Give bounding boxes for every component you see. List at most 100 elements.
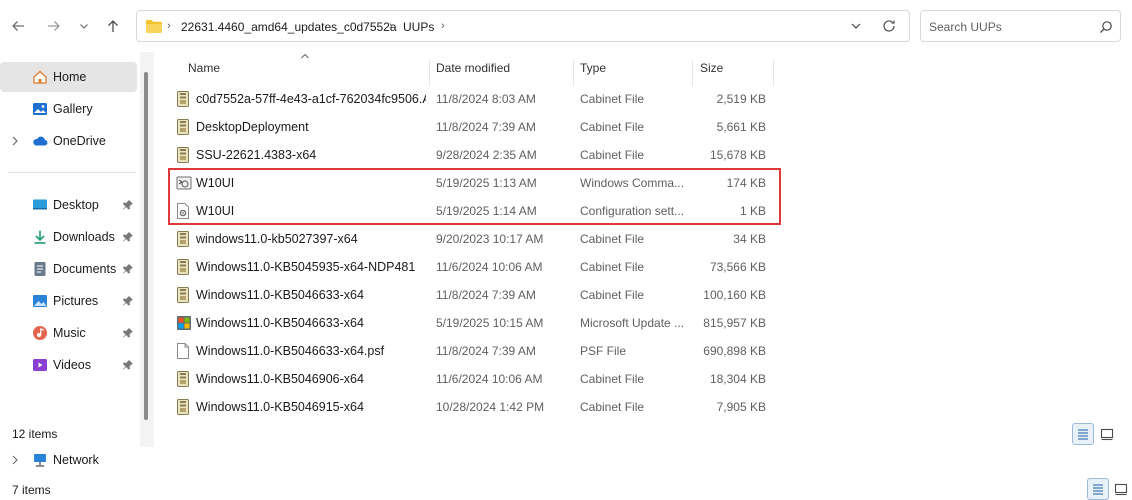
file-date: 9/20/2023 10:17 AM: [436, 232, 544, 246]
sidebar-item-label: Videos: [53, 358, 91, 372]
file-size: 5,661 KB: [716, 120, 766, 134]
forward-button[interactable]: [42, 14, 66, 38]
sidebar-item-label: Documents: [53, 262, 117, 276]
sidebar-item-home[interactable]: Home: [0, 62, 137, 92]
file-date: 5/19/2025 10:15 AM: [436, 316, 544, 330]
details-view-button[interactable]: [1087, 478, 1109, 500]
sidebar-item-network[interactable]: Network: [0, 445, 137, 475]
file-row[interactable]: Windows11.0-KB5046915-x64 10/28/2024 1:42…: [170, 393, 780, 421]
breadcrumb-uups[interactable]: UUPs: [403, 20, 434, 34]
file-type: Cabinet File: [580, 148, 645, 162]
search-icon[interactable]: [1099, 20, 1113, 34]
refresh-icon[interactable]: [881, 18, 897, 34]
file-name: Windows11.0-KB5046633-x64: [196, 316, 364, 330]
sidebar-divider: [8, 172, 136, 173]
sidebar-item-music[interactable]: Music: [0, 318, 137, 348]
file-row[interactable]: Windows11.0-KB5045935-x64-NDP481 11/6/202…: [170, 253, 780, 281]
file-size: 690,898 KB: [703, 344, 766, 358]
sidebar-item-label: Desktop: [53, 198, 99, 212]
cabinet-file-icon: [176, 287, 190, 306]
file-date: 11/8/2024 7:39 AM: [436, 120, 536, 134]
item-count: 7 items: [12, 483, 51, 497]
cloud-icon: [33, 136, 48, 146]
column-divider[interactable]: [692, 60, 693, 86]
recent-locations-button[interactable]: [72, 14, 96, 38]
file-row[interactable]: Windows11.0-KB5046633-x64.psf 11/8/2024 7…: [170, 337, 780, 365]
sidebar-item-onedrive[interactable]: OneDrive: [0, 126, 137, 156]
file-date: 11/6/2024 10:06 AM: [436, 372, 543, 386]
sidebar-item-documents[interactable]: Documents: [0, 254, 137, 284]
details-view-button[interactable]: [1072, 423, 1094, 445]
file-row[interactable]: Windows11.0-KB5046633-x64 11/8/2024 7:39 …: [170, 281, 780, 309]
tiles-view-button[interactable]: [1110, 478, 1132, 500]
desktop-icon: [33, 199, 47, 210]
pin-icon[interactable]: [122, 263, 134, 275]
pin-icon[interactable]: [122, 231, 134, 243]
expand-chevron-icon[interactable]: [10, 135, 20, 147]
column-divider[interactable]: [773, 60, 774, 86]
details-view-icon: [1078, 429, 1088, 440]
arrow-left-icon: [12, 21, 24, 31]
sidebar-item-label: Music: [53, 326, 86, 340]
file-row[interactable]: Windows11.0-KB5046906-x64 11/6/2024 10:06…: [170, 365, 780, 393]
cabinet-file-icon: [176, 119, 190, 138]
chevron-right-icon: ›: [167, 20, 171, 32]
file-name: SSU-22621.4383-x64: [196, 148, 317, 162]
expand-chevron-icon[interactable]: [10, 454, 20, 466]
sidebar-item-desktop[interactable]: Desktop: [0, 190, 137, 220]
msu-file-icon: [176, 315, 192, 334]
home-icon: [33, 70, 47, 84]
file-size: 18,304 KB: [709, 372, 766, 386]
sidebar-item-label: Network: [53, 453, 99, 467]
pictures-icon: [33, 295, 47, 307]
file-size: 2,519 KB: [716, 92, 766, 106]
file-size: 73,566 KB: [709, 260, 766, 274]
pin-icon[interactable]: [122, 295, 134, 307]
breadcrumb-build-folder[interactable]: 22631.4460_amd64_updates_c0d7552a: [181, 20, 397, 34]
cabinet-file-icon: [176, 231, 190, 250]
file-name: Windows11.0-KB5046633-x64: [196, 288, 364, 302]
pin-icon[interactable]: [122, 199, 134, 211]
navigation-pane: Home Gallery OneDrive Desktop Downloads …: [0, 52, 154, 500]
sidebar-item-downloads[interactable]: Downloads: [0, 222, 137, 252]
file-type: Microsoft Update ...: [580, 316, 685, 330]
cabinet-file-icon: [176, 399, 190, 418]
file-date: 11/8/2024 8:03 AM: [436, 92, 536, 106]
sidebar-scrollbar-thumb[interactable]: [144, 72, 148, 420]
download-icon: [34, 230, 46, 244]
cabinet-file-icon: [176, 91, 190, 110]
file-row[interactable]: windows11.0-kb5027397-x64 9/20/2023 10:17…: [170, 225, 780, 253]
back-button[interactable]: [6, 14, 30, 38]
file-row[interactable]: DesktopDeployment 11/8/2024 7:39 AM Cabine…: [170, 113, 780, 141]
sidebar-item-videos[interactable]: Videos: [0, 350, 137, 380]
file-row[interactable]: Windows11.0-KB5046633-x64 5/19/2025 10:15…: [170, 309, 780, 337]
file-type: Cabinet File: [580, 260, 645, 274]
sidebar-item-pictures[interactable]: Pictures: [0, 286, 137, 316]
sidebar-item-gallery[interactable]: Gallery: [0, 94, 137, 124]
sidebar-item-label: Pictures: [53, 294, 99, 308]
file-type: Cabinet File: [580, 372, 645, 386]
tiles-view-icon: [1100, 428, 1114, 441]
column-divider[interactable]: [573, 60, 574, 86]
file-size: 815,957 KB: [703, 316, 766, 330]
address-bar[interactable]: › 22631.4460_amd64_updates_c0d7552a › UU…: [136, 10, 910, 42]
file-name: Windows11.0-KB5046915-x64: [196, 400, 364, 414]
file-name: c0d7552a-57ff-4e43-a1cf-762034fc9506.A..…: [196, 92, 426, 106]
address-history-chevron-icon[interactable]: [849, 19, 863, 33]
file-size: 15,678 KB: [709, 148, 766, 162]
pin-icon[interactable]: [122, 359, 134, 371]
tiles-view-button[interactable]: [1096, 423, 1118, 445]
folder-icon: [146, 20, 162, 33]
pin-icon[interactable]: [122, 327, 134, 339]
up-button[interactable]: [101, 14, 125, 38]
sidebar-item-label: Home: [53, 70, 87, 84]
file-date: 11/8/2024 7:39 AM: [436, 344, 536, 358]
search-box[interactable]: [920, 10, 1121, 42]
search-input[interactable]: [929, 18, 1089, 36]
file-row[interactable]: SSU-22621.4383-x64 9/28/2024 2:35 AM Cabin…: [170, 141, 780, 169]
item-count: 12 items: [12, 427, 58, 441]
cabinet-file-icon: [176, 147, 190, 166]
file-row[interactable]: c0d7552a-57ff-4e43-a1cf-762034fc9506.A..…: [170, 85, 780, 113]
column-divider[interactable]: [429, 60, 430, 86]
file-type: Cabinet File: [580, 120, 645, 134]
